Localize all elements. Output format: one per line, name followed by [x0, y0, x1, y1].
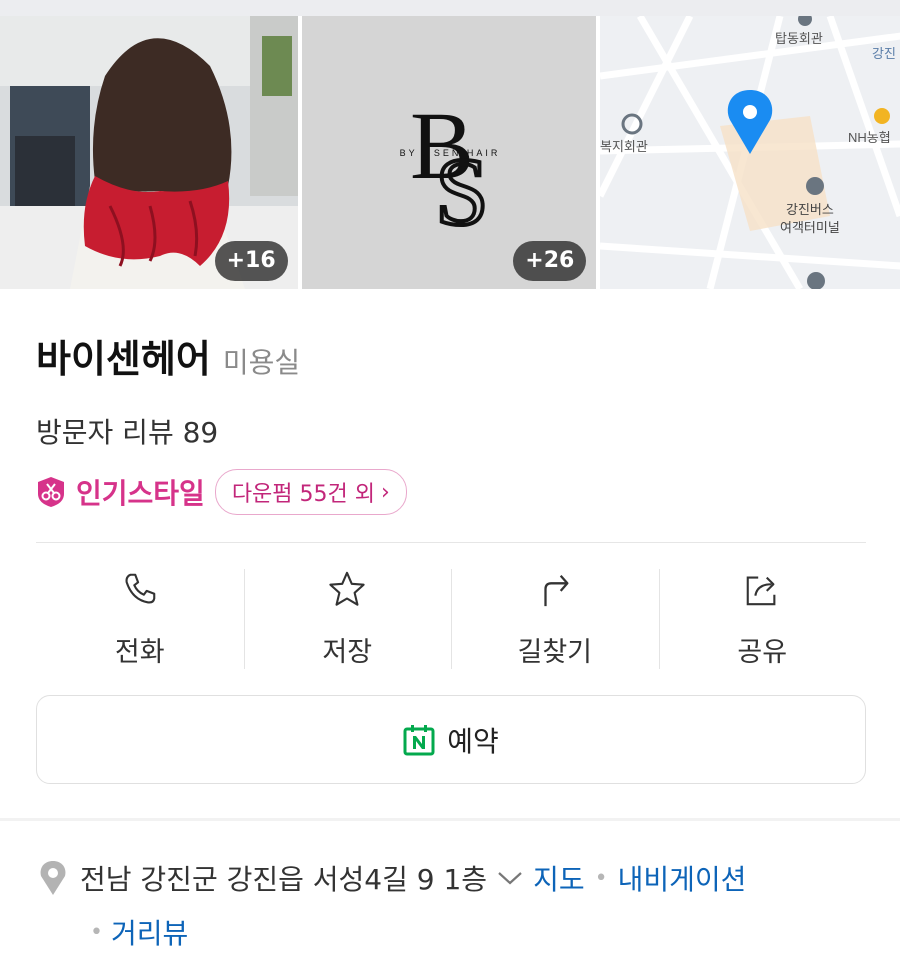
map-label: 탑동회관 [775, 31, 823, 46]
place-info: 바이센헤어 미용실 방문자 리뷰 89 인기스타일 다운펌 55건 외 › [36, 328, 866, 515]
reserve-label: 예약 [447, 724, 499, 758]
directions-button[interactable]: 길찾기 [451, 565, 659, 669]
photo-count-badge: +16 [214, 241, 288, 281]
scissors-badge-icon [38, 477, 64, 507]
address-text: 전남 강진군 강진읍 서성4길 9 1층 [80, 863, 488, 896]
map-image: 탑동회관 강진 NH농협 복지회관 강진버스 여객터미널 [600, 16, 900, 289]
share-button[interactable]: 공유 [658, 565, 867, 669]
reserve-button[interactable]: 예약 [36, 695, 866, 784]
photo-gallery: +16 B S BY . SEN HAIR +26 탑동회관 강진 NH농협 복… [0, 16, 900, 289]
separator-dot: • [90, 919, 103, 945]
chevron-down-icon[interactable] [497, 870, 523, 886]
naver-calendar-icon [403, 724, 435, 755]
map-link[interactable]: 지도 [533, 858, 585, 898]
gallery-photo-hair[interactable]: +16 [0, 16, 298, 289]
gallery-map[interactable]: 탑동회관 강진 NH농협 복지회관 강진버스 여객터미널 [600, 16, 900, 289]
top-strip [0, 0, 900, 16]
separator-dot: • [594, 865, 608, 891]
popular-style-pill-text: 다운펌 55건 외 [231, 482, 375, 507]
place-name: 바이센헤어 [36, 337, 211, 381]
address-line-2: • 거리뷰 [36, 912, 866, 952]
popular-style-pill[interactable]: 다운펌 55건 외 › [214, 469, 407, 515]
section-separator [0, 818, 900, 821]
map-label: 여객터미널 [780, 220, 840, 235]
share-icon [746, 576, 776, 606]
visitor-reviews[interactable]: 방문자 리뷰 89 [36, 411, 866, 451]
save-label: 저장 [322, 637, 373, 668]
save-button[interactable]: 저장 [243, 565, 452, 669]
share-label: 공유 [737, 637, 788, 668]
map-label: 강진 [872, 46, 896, 61]
phone-icon [125, 573, 156, 604]
location-pin-icon [40, 861, 66, 895]
map-label: NH농협 [848, 130, 891, 145]
popular-style-label: 인기스타일 [76, 477, 205, 510]
address-line: 전남 강진군 강진읍 서성4길 9 1층 지도 • 내비게이션 [36, 858, 866, 898]
photo-count-badge: +26 [513, 241, 587, 281]
popular-style-row: 인기스타일 다운펌 55건 외 › [36, 469, 866, 515]
divider [36, 542, 866, 543]
streetview-link[interactable]: 거리뷰 [111, 912, 188, 952]
place-category: 미용실 [222, 346, 301, 379]
map-label: 복지회관 [600, 139, 648, 154]
call-button[interactable]: 전화 [36, 565, 244, 669]
call-label: 전화 [114, 637, 165, 668]
directions-label: 길찾기 [517, 637, 593, 668]
chevron-right-icon: › [381, 479, 390, 505]
navigation-link[interactable]: 내비게이션 [618, 858, 747, 898]
address-section: 전남 강진군 강진읍 서성4길 9 1층 지도 • 내비게이션 • 거리뷰 [36, 858, 866, 952]
logo-small-text: BY . SEN HAIR [399, 148, 500, 158]
action-bar: 전화 저장 길찾기 공유 [36, 565, 866, 669]
map-label: 강진버스 [786, 202, 834, 217]
gallery-photo-logo[interactable]: B S BY . SEN HAIR +26 [301, 16, 597, 289]
star-icon [329, 571, 365, 606]
directions-icon [544, 574, 569, 607]
title-row: 바이센헤어 미용실 [36, 328, 866, 383]
